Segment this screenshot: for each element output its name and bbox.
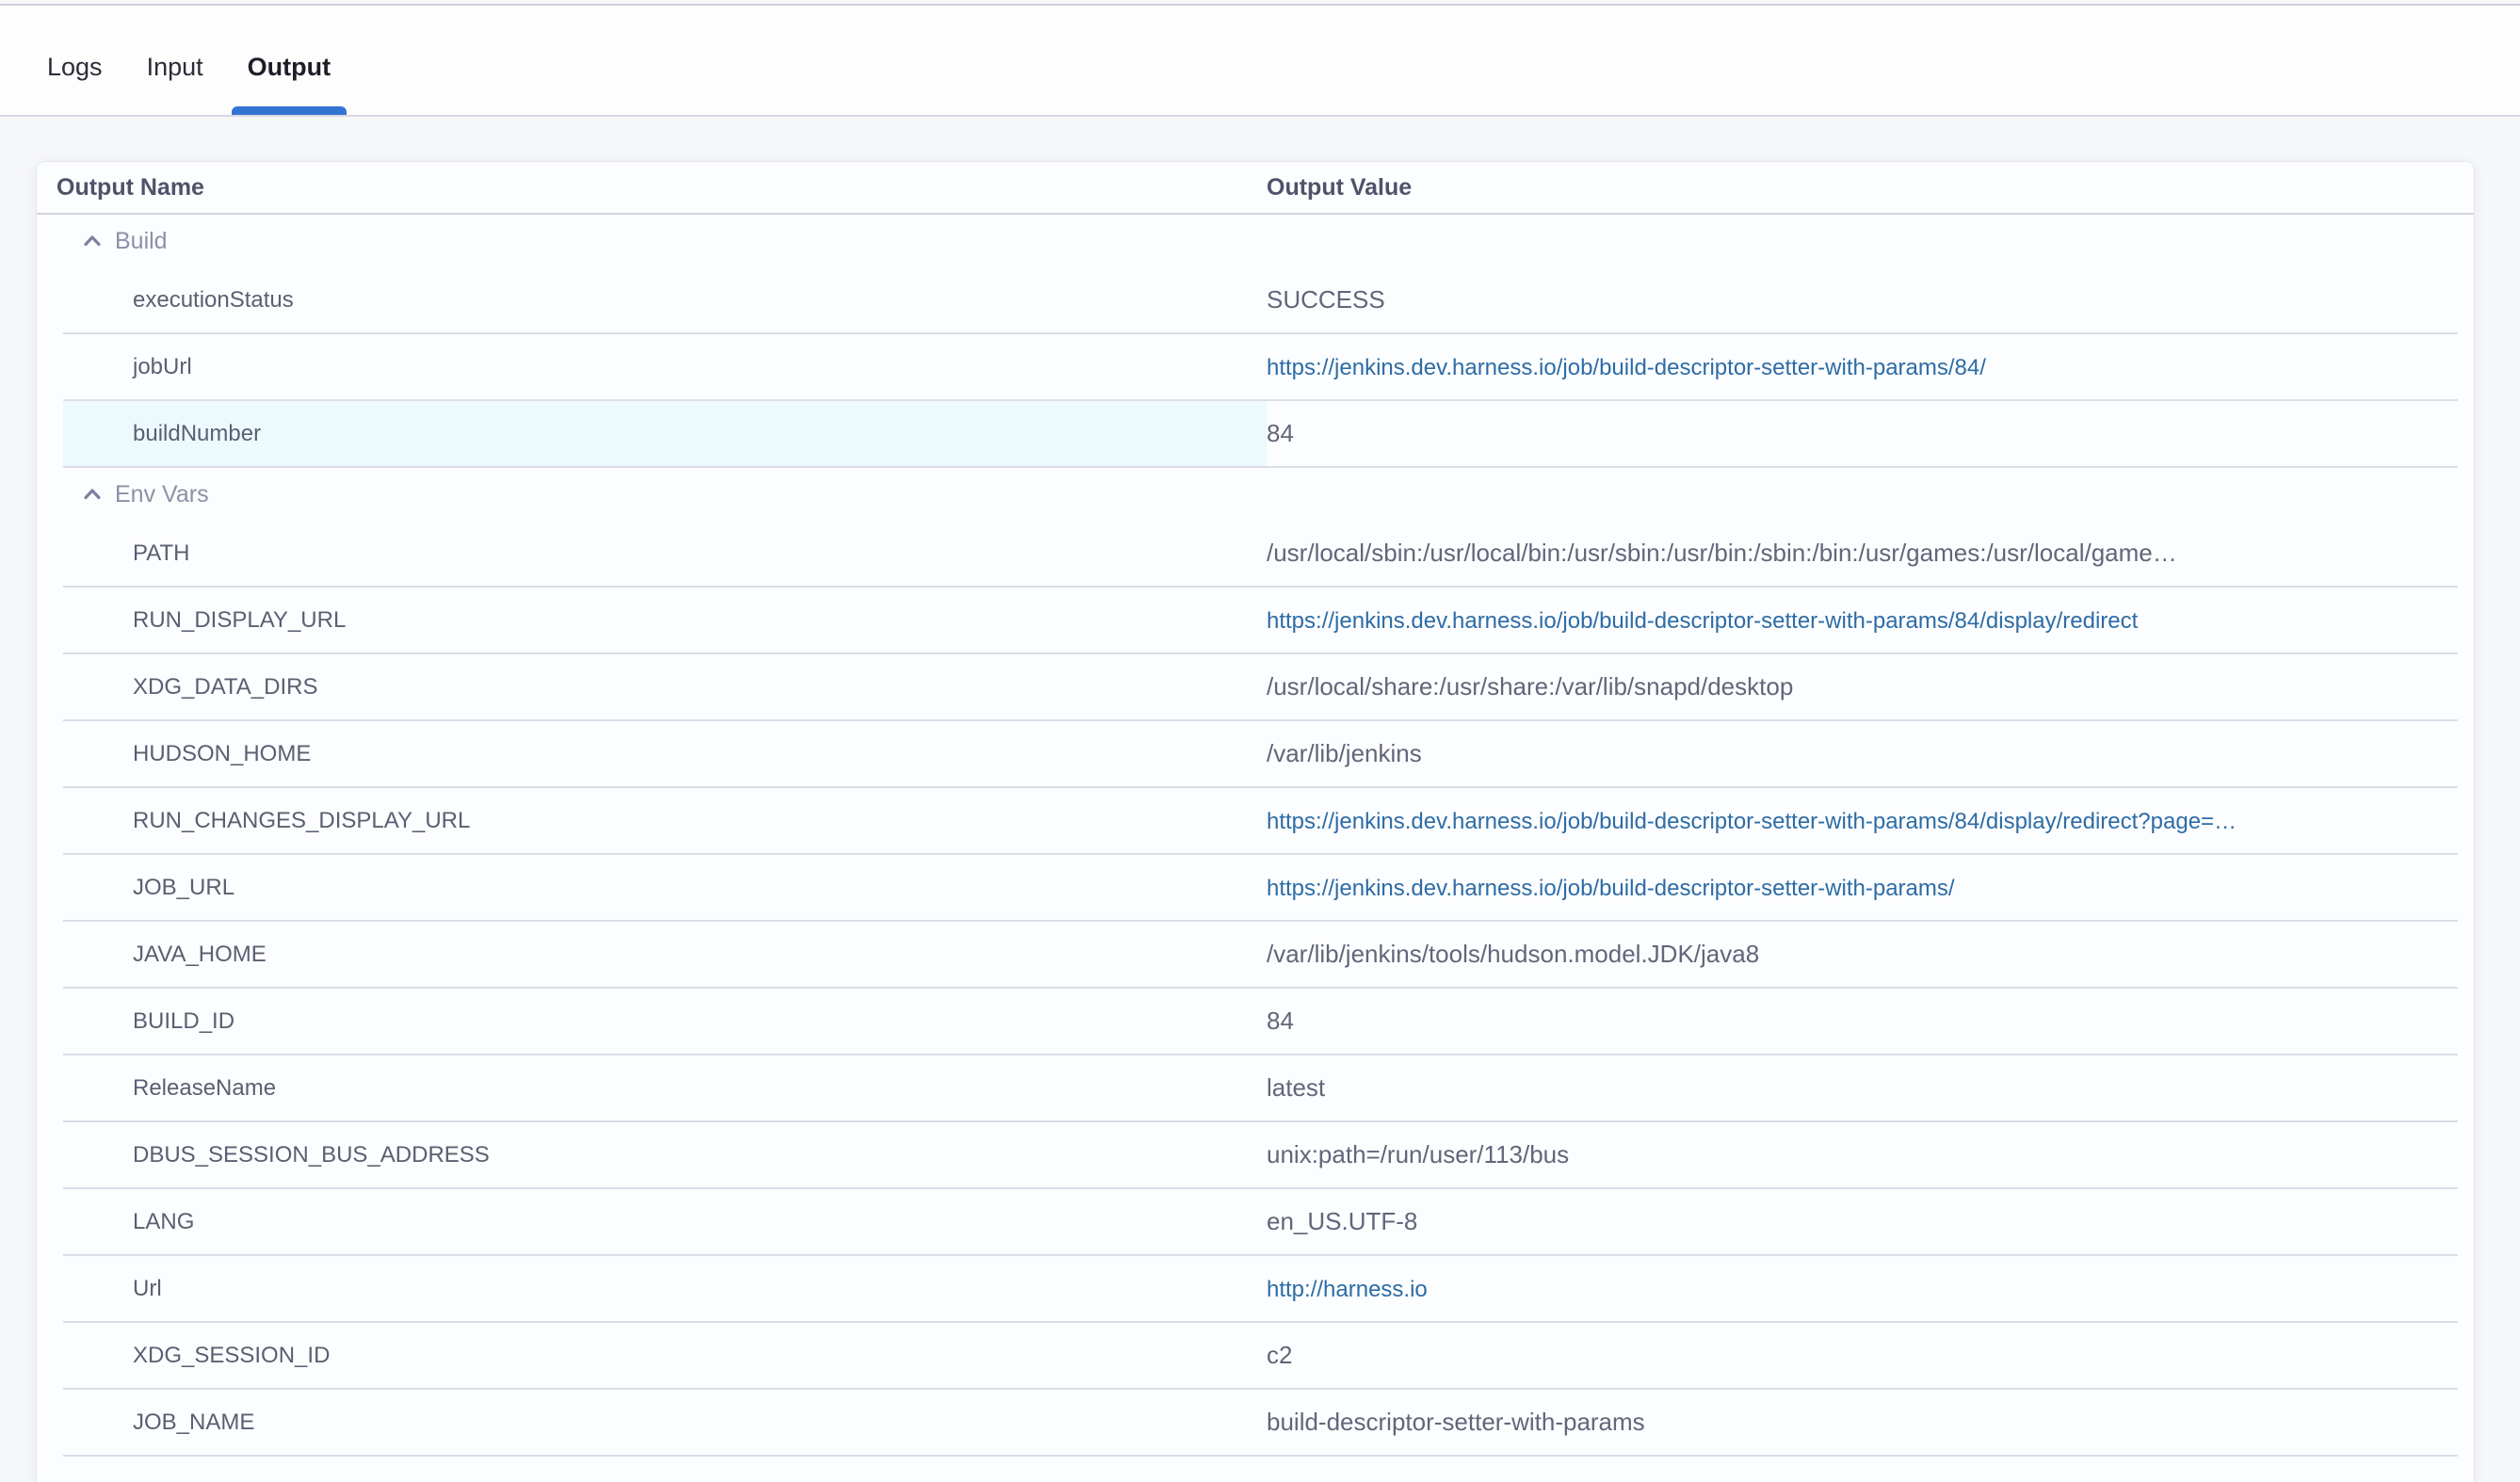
output-value-cell: https://jenkins.dev.harness.io/job/build… (1267, 605, 2458, 635)
group-header-row[interactable]: Build (63, 215, 2458, 267)
column-header-output-value: Output Value (1267, 174, 1412, 201)
output-name-label: JAVA_HOME (133, 942, 267, 968)
output-name-label: HUDSON_HOME (133, 741, 311, 767)
output-value-cell: https://jenkins.dev.harness.io/job/build… (1267, 352, 2458, 381)
output-value-link[interactable]: http://harness.io (1267, 1277, 1428, 1302)
output-value-cell: 84 (1267, 419, 2458, 448)
table-row[interactable]: XDG_SESSION_ID c2 (63, 1323, 2458, 1390)
table-row[interactable]: RUN_CHANGES_DISPLAY_URL https://jenkins.… (63, 788, 2458, 855)
output-name-cell[interactable]: BUILD_ID (63, 989, 1267, 1054)
output-name-label: JOB_URL (133, 875, 234, 901)
output-name-cell[interactable]: LANG (63, 1189, 1267, 1254)
group-header-row[interactable]: Env Vars (63, 468, 2458, 521)
output-name-label: XDG_DATA_DIRS (133, 674, 318, 701)
group-label: Env Vars (115, 481, 209, 508)
table-row[interactable]: JOB_NAME build-descriptor-setter-with-pa… (63, 1390, 2458, 1457)
tab-bar: Logs Input Output (0, 4, 2520, 117)
table-row[interactable]: buildNumber 84 (63, 401, 2458, 468)
output-value-cell: https://jenkins.dev.harness.io/job/build… (1267, 806, 2458, 835)
output-name-cell[interactable]: ReleaseName (63, 1055, 1267, 1120)
table-header-row: Output Name Output Value (37, 162, 2474, 215)
group-header-cell: Build (63, 215, 1267, 267)
table-row[interactable]: XDG_DATA_DIRS /usr/local/share:/usr/shar… (63, 654, 2458, 721)
table-row[interactable]: DBUS_SESSION_BUS_ADDRESS unix:path=/run/… (63, 1122, 2458, 1189)
output-name-cell[interactable]: PATH (63, 521, 1267, 586)
output-value-cell: SUCCESS (1267, 285, 2458, 314)
tab-logs[interactable]: Logs (31, 6, 119, 115)
output-name-label: Url (133, 1276, 162, 1302)
table-row[interactable]: ReleaseName latest (63, 1055, 2458, 1122)
output-name-cell[interactable]: RUN_CHANGES_DISPLAY_URL (63, 788, 1267, 853)
output-value-link[interactable]: https://jenkins.dev.harness.io/job/build… (1267, 355, 1986, 380)
table-row[interactable]: jobUrl https://jenkins.dev.harness.io/jo… (63, 334, 2458, 401)
output-value-cell: en_US.UTF-8 (1267, 1207, 2458, 1236)
table-row[interactable]: HUDSON_HOME /var/lib/jenkins (63, 721, 2458, 788)
output-value-cell: /usr/local/sbin:/usr/local/bin:/usr/sbin… (1267, 539, 2458, 568)
tab-output[interactable]: Output (232, 6, 347, 115)
output-name-label: JOB_NAME (133, 1410, 254, 1436)
output-name-label: XDG_SESSION_ID (133, 1343, 330, 1369)
chevron-up-icon[interactable] (80, 229, 105, 253)
column-header-output-name: Output Name (57, 174, 1267, 201)
output-value-cell: unix:path=/run/user/113/bus (1267, 1140, 2458, 1169)
output-value-cell: /var/lib/jenkins/tools/hudson.model.JDK/… (1267, 940, 2458, 969)
output-value-link[interactable]: https://jenkins.dev.harness.io/job/build… (1267, 809, 2237, 834)
table-row[interactable]: Url http://harness.io (63, 1256, 2458, 1323)
output-name-label: jobUrl (133, 354, 192, 380)
output-value-cell: build-descriptor-setter-with-params (1267, 1408, 2458, 1437)
table-row[interactable]: BUILD_ID 84 (63, 989, 2458, 1055)
table-row[interactable]: PATH /usr/local/sbin:/usr/local/bin:/usr… (63, 521, 2458, 588)
output-value-cell: http://harness.io (1267, 1274, 2458, 1303)
table-row[interactable]: LANG en_US.UTF-8 (63, 1189, 2458, 1256)
tab-input[interactable]: Input (131, 6, 219, 115)
output-table-card: Output Name Output Value Build execution… (37, 162, 2474, 1482)
output-value-cell: latest (1267, 1073, 2458, 1103)
table-row[interactable]: executionStatus SUCCESS (63, 267, 2458, 334)
table-body: Build executionStatus SUCCESS jobUrl htt… (37, 215, 2474, 1457)
table-row[interactable]: JAVA_HOME /var/lib/jenkins/tools/hudson.… (63, 922, 2458, 989)
output-name-label: DBUS_SESSION_BUS_ADDRESS (133, 1142, 490, 1168)
output-name-cell[interactable]: JOB_URL (63, 855, 1267, 920)
table-row[interactable]: RUN_DISPLAY_URL https://jenkins.dev.harn… (63, 588, 2458, 654)
chevron-up-icon[interactable] (80, 482, 105, 507)
output-name-cell[interactable]: jobUrl (63, 334, 1267, 399)
group-header-cell: Env Vars (63, 468, 1267, 521)
output-name-cell[interactable]: XDG_SESSION_ID (63, 1323, 1267, 1388)
output-value-link[interactable]: https://jenkins.dev.harness.io/job/build… (1267, 876, 1955, 901)
output-name-cell[interactable]: Url (63, 1256, 1267, 1321)
output-name-label: ReleaseName (133, 1075, 276, 1102)
output-name-cell[interactable]: JAVA_HOME (63, 922, 1267, 987)
output-name-label: RUN_DISPLAY_URL (133, 607, 346, 634)
output-value-cell: https://jenkins.dev.harness.io/job/build… (1267, 873, 2458, 902)
output-name-label: buildNumber (133, 421, 261, 447)
output-name-cell[interactable]: XDG_DATA_DIRS (63, 654, 1267, 719)
output-value-cell: c2 (1267, 1341, 2458, 1370)
table-row[interactable]: JOB_URL https://jenkins.dev.harness.io/j… (63, 855, 2458, 922)
output-name-label: LANG (133, 1209, 194, 1235)
output-name-cell[interactable]: buildNumber (63, 401, 1267, 466)
output-name-cell[interactable]: RUN_DISPLAY_URL (63, 588, 1267, 652)
output-name-cell[interactable]: executionStatus (63, 267, 1267, 332)
output-name-cell[interactable]: DBUS_SESSION_BUS_ADDRESS (63, 1122, 1267, 1187)
output-name-label: RUN_CHANGES_DISPLAY_URL (133, 808, 470, 834)
output-name-cell[interactable]: JOB_NAME (63, 1390, 1267, 1455)
output-value-cell: /usr/local/share:/usr/share:/var/lib/sna… (1267, 672, 2458, 701)
output-value-cell: 84 (1267, 1007, 2458, 1036)
output-name-label: executionStatus (133, 287, 294, 314)
output-value-cell: /var/lib/jenkins (1267, 739, 2458, 768)
output-name-label: PATH (133, 540, 189, 567)
output-name-cell[interactable]: HUDSON_HOME (63, 721, 1267, 786)
output-name-label: BUILD_ID (133, 1008, 234, 1035)
group-label: Build (115, 228, 168, 255)
output-value-link[interactable]: https://jenkins.dev.harness.io/job/build… (1267, 608, 2138, 634)
